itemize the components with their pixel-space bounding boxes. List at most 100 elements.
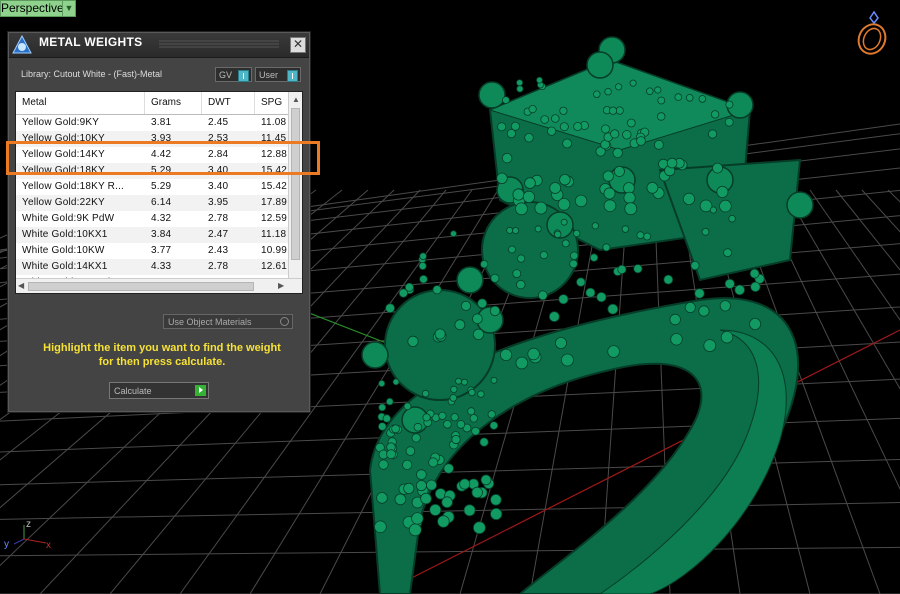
- gv-toggle-icon[interactable]: [238, 70, 249, 82]
- radio-icon[interactable]: [280, 317, 289, 326]
- pave-bead: [469, 414, 478, 423]
- cell-grams: 4.32: [151, 213, 172, 224]
- axis-x-label: x: [46, 540, 51, 551]
- pave-bead: [437, 515, 450, 528]
- pave-bead: [374, 520, 387, 534]
- column-header-dwt[interactable]: DWT: [202, 92, 255, 114]
- pave-bead: [405, 446, 416, 456]
- table-row[interactable]: Yellow Gold:14KY 4.42 2.84 12.88: [16, 147, 288, 163]
- user-toggle-icon[interactable]: [287, 70, 298, 82]
- table-row[interactable]: Yellow Gold:10KY 3.93 2.53 11.45: [16, 131, 288, 147]
- prong-bead: [361, 341, 389, 369]
- pave-bead: [385, 303, 396, 314]
- calculate-button[interactable]: Calculate: [109, 382, 209, 399]
- panel-header[interactable]: METAL WEIGHTS ✕: [9, 33, 309, 58]
- table-row[interactable]: White Gold:10KW 3.77 2.43 10.99: [16, 243, 288, 259]
- pave-bead: [636, 231, 645, 240]
- gv-toggle[interactable]: GV: [215, 67, 252, 82]
- pave-bead: [669, 313, 681, 326]
- pave-bead: [734, 284, 745, 296]
- pave-bead: [392, 378, 400, 386]
- pave-bead: [604, 87, 612, 96]
- ring-view-icon[interactable]: [852, 8, 894, 56]
- grid-line: [0, 546, 900, 557]
- pave-bead: [449, 394, 458, 402]
- instruction-line-1: Highlight the item you want to find the …: [43, 342, 281, 354]
- pave-bead: [749, 317, 762, 330]
- pave-bead: [420, 492, 432, 505]
- pave-bead: [432, 285, 442, 295]
- grid-line: [887, 189, 900, 203]
- pave-bead: [550, 114, 560, 123]
- pave-bead: [425, 479, 437, 491]
- vertical-scrollbar[interactable]: ▲: [288, 92, 302, 278]
- pave-bead: [623, 191, 636, 204]
- table-row[interactable]: White Gold:10KX1 3.84 2.47 11.18: [16, 227, 288, 243]
- column-header-metal[interactable]: Metal: [16, 92, 145, 114]
- pave-bead: [561, 239, 570, 248]
- pave-bead: [684, 301, 696, 313]
- cell-dwt: 2.45: [208, 117, 229, 128]
- pave-bead: [701, 227, 710, 236]
- cell-metal: Yellow Gold:10KY: [22, 133, 105, 144]
- pave-bead: [524, 177, 536, 189]
- pave-bead: [471, 426, 481, 436]
- table-row[interactable]: White Gold:14KX1 4.33 2.78 12.61: [16, 259, 288, 275]
- pave-bead: [467, 407, 476, 416]
- table-row[interactable]: Yellow Gold:22KY 6.14 3.95 17.89: [16, 195, 288, 211]
- horizontal-scroll-thumb[interactable]: [28, 282, 254, 291]
- play-icon[interactable]: [195, 385, 206, 396]
- panel-drag-handle[interactable]: [159, 35, 279, 53]
- pave-bead: [549, 182, 562, 194]
- pave-bead: [574, 194, 588, 208]
- scroll-right-icon[interactable]: ▶: [278, 281, 284, 291]
- pave-bead: [750, 281, 761, 293]
- pave-bead: [615, 106, 624, 115]
- pave-bead: [515, 202, 528, 216]
- user-toggle[interactable]: User: [255, 67, 301, 82]
- scroll-up-icon[interactable]: ▲: [292, 95, 300, 105]
- pave-bead: [443, 419, 452, 429]
- pave-bead: [698, 305, 710, 317]
- pave-bead: [603, 199, 617, 213]
- pave-bead: [407, 335, 419, 347]
- pave-bead: [391, 424, 401, 434]
- scroll-left-icon[interactable]: ◀: [18, 281, 24, 291]
- pave-bead: [596, 291, 607, 303]
- cell-metal: White Gold:10KW: [22, 245, 105, 256]
- column-header-grams[interactable]: Grams: [145, 92, 202, 114]
- pave-bead: [419, 252, 427, 261]
- pave-bead: [506, 129, 516, 139]
- pave-bead: [607, 303, 619, 315]
- horizontal-scrollbar[interactable]: ◀ ▶: [16, 278, 302, 293]
- pave-bead: [512, 227, 520, 235]
- cell-dwt: 3.95: [208, 197, 229, 208]
- cell-dwt: 2.84: [208, 149, 229, 160]
- pave-bead: [589, 253, 599, 262]
- table-row[interactable]: Yellow Gold:18KY 5.29 3.40 15.42: [16, 163, 288, 179]
- gv-label: GV: [219, 70, 233, 80]
- cell-metal: White Gold:14KX1: [22, 261, 108, 272]
- close-button[interactable]: ✕: [290, 37, 306, 53]
- instruction-text: Highlight the item you want to find the …: [21, 341, 303, 369]
- pave-bead: [378, 403, 387, 412]
- table-row[interactable]: Yellow Gold:9KY 3.81 2.45 11.08: [16, 115, 288, 131]
- pave-bead: [506, 226, 514, 234]
- pave-bead: [378, 459, 389, 470]
- library-label: Library: Cutout White - (Fast)-Metal: [21, 69, 163, 79]
- grid-line: [783, 189, 900, 390]
- metal-table: Metal Grams DWT SPG Yellow Gold:9KY 3.81 2…: [15, 91, 303, 294]
- pave-bead: [499, 348, 513, 361]
- viewport-menu-arrow-icon[interactable]: ▼: [62, 0, 76, 17]
- pave-bead: [516, 279, 526, 290]
- pave-bead: [603, 187, 616, 200]
- pave-bead: [472, 313, 483, 325]
- table-row[interactable]: Yellow Gold:18KY R... 5.29 3.40 15.42: [16, 179, 288, 195]
- viewport-label[interactable]: Perspective: [0, 0, 69, 17]
- pave-bead: [540, 115, 549, 124]
- table-row[interactable]: White Gold:9K PdW 4.32 2.78 12.59: [16, 211, 288, 227]
- use-object-materials-option[interactable]: Use Object Materials: [163, 314, 293, 329]
- pave-bead: [534, 201, 548, 215]
- vertical-scroll-thumb[interactable]: [291, 108, 300, 260]
- pave-bead: [490, 273, 500, 283]
